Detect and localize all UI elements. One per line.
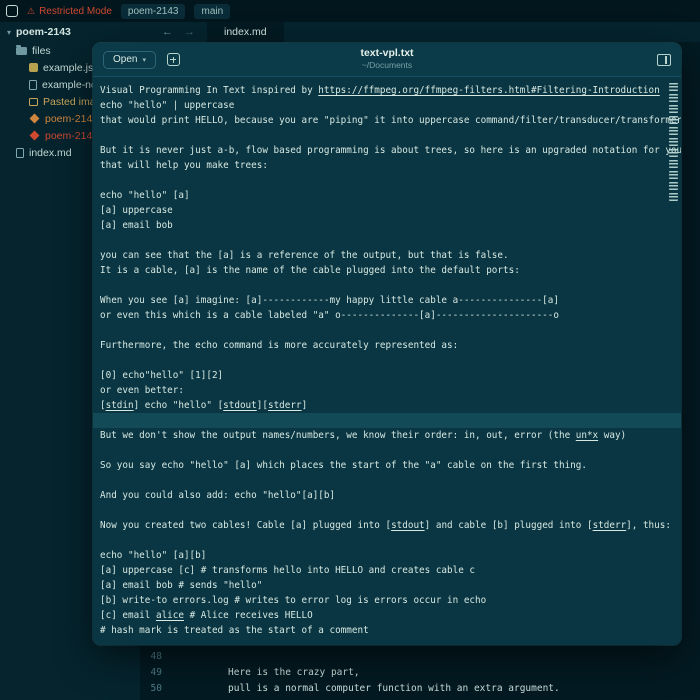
file-path: ~/Documents (361, 60, 413, 70)
overlay-scrollbar[interactable] (669, 83, 678, 201)
scrollbar-mark (669, 182, 678, 190)
sidebar-item-label: index.md (29, 146, 72, 159)
scrollbar-mark (669, 160, 678, 168)
text-line: echo "hello" | uppercase (100, 100, 235, 111)
tab-index-md[interactable]: index.md (207, 22, 284, 42)
restricted-mode-label: Restricted Mode (39, 5, 112, 17)
text-line: that would print HELLO, because you are … (100, 115, 681, 126)
text-line: or even better: (100, 385, 184, 396)
chevron-down-icon: ▾ (142, 56, 146, 64)
open-in-panel-icon[interactable] (657, 53, 671, 66)
text-line: It is a cable, [a] is the name of the ca… (100, 265, 520, 276)
tab-bar: ▾ poem-2143 ← → index.md (0, 22, 700, 42)
overlay-title-block: text-vpl.txt ~/Documents (360, 47, 413, 70)
text-line: that will help you make trees: (100, 160, 268, 171)
image-icon (29, 97, 38, 106)
warning-icon: ⚠ (27, 5, 36, 16)
text-line: [stdin] echo "hello" [stdout][stderr] (100, 400, 308, 411)
text-line (100, 323, 681, 338)
text-line: # hash mark is treated as the start of a… (100, 625, 369, 636)
line-number: 49 (150, 666, 162, 678)
text-line: [0] echo"hello" [1][2] (100, 370, 224, 381)
sidebar-item-label: example-nor (42, 78, 101, 91)
sidebar-item-label: files (32, 44, 51, 57)
text-line: [b] write-to errors.log # writes to erro… (100, 595, 487, 606)
branch-chip[interactable]: main (194, 3, 231, 19)
scrollbar-mark (669, 94, 678, 102)
text-line: [a] uppercase (100, 205, 173, 216)
back-icon[interactable]: ← (162, 26, 173, 38)
project-root-header[interactable]: ▾ poem-2143 (0, 22, 140, 42)
line-text: pull is a normal computer function with … (228, 682, 560, 694)
scrollbar-mark (669, 105, 678, 113)
folder-icon (16, 45, 27, 55)
overlay-content[interactable]: Visual Programming In Text inspired by h… (93, 77, 681, 645)
file-icon (16, 147, 24, 158)
sidebar-item-label: example.js (43, 61, 94, 74)
line-number: 50 (150, 682, 162, 694)
line-text: Here is the crazy part, (228, 666, 360, 678)
text-line (100, 533, 681, 548)
scrollbar-mark (669, 193, 678, 201)
diamond-icon (29, 130, 40, 141)
scrollbar-mark (669, 116, 678, 124)
text-line: Visual Programming In Text inspired by h… (100, 85, 660, 96)
scrollbar-mark (669, 127, 678, 135)
editor-line: 50 pull is a normal computer function wit… (140, 680, 700, 696)
new-file-icon[interactable] (166, 53, 180, 66)
js-icon (29, 63, 38, 72)
line-number: 48 (150, 650, 162, 662)
scrollbar-mark (669, 138, 678, 146)
text-line: or even this which is a cable labeled "a… (100, 310, 559, 321)
editor-line: 49 Here is the crazy part, (140, 664, 700, 680)
project-root-label: poem-2143 (16, 26, 71, 38)
text-line: When you see [a] imagine: [a]-----------… (100, 295, 559, 306)
text-line: So you say echo "hello" [a] which places… (100, 460, 587, 471)
text-line (100, 128, 681, 143)
text-line (100, 503, 681, 518)
text-line: [a] email bob (100, 220, 173, 231)
text-line (93, 413, 681, 428)
scrollbar-mark (669, 83, 678, 91)
file-title: text-vpl.txt (360, 47, 414, 59)
text-line: you can see that the [a] is a reference … (100, 250, 509, 261)
text-line: But it is never just a-b, flow based pro… (100, 145, 681, 156)
app-logo-icon[interactable] (6, 5, 18, 17)
text-line: echo "hello" [a][b] (100, 550, 207, 561)
text-line (100, 473, 681, 488)
text-line (100, 278, 681, 293)
text-line: Now you created two cables! Cable [a] pl… (100, 520, 671, 531)
forward-icon[interactable]: → (184, 26, 195, 38)
text-line: Furthermore, the echo command is more ac… (100, 340, 459, 351)
text-line (100, 233, 681, 248)
editor-line: 48 (140, 648, 700, 664)
text-line: And you could also add: echo "hello"[a][… (100, 490, 336, 501)
scrollbar-mark (669, 171, 678, 179)
text-line: [a] uppercase [c] # transforms hello int… (100, 565, 476, 576)
overlay-header: Open ▾ text-vpl.txt ~/Documents (93, 43, 681, 77)
open-button[interactable]: Open ▾ (103, 50, 156, 69)
text-line (100, 173, 681, 188)
tab-label: index.md (224, 26, 267, 38)
text-line (100, 353, 681, 368)
scrollbar-mark (669, 149, 678, 157)
diamond-icon (29, 113, 40, 124)
text-line: But we don't show the output names/numbe… (100, 430, 627, 441)
restricted-mode-badge[interactable]: ⚠ Restricted Mode (27, 6, 112, 17)
project-name-chip[interactable]: poem-2143 (120, 3, 186, 19)
file-icon (29, 79, 37, 90)
file-preview-overlay: Open ▾ text-vpl.txt ~/Documents Visual P… (93, 43, 681, 645)
titlebar: ⚠ Restricted Mode poem-2143 main (0, 0, 700, 22)
open-button-label: Open (113, 54, 138, 65)
text-line: [c] email alice # Alice receives HELLO (100, 610, 313, 621)
text-line: echo "hello" [a] (100, 190, 190, 201)
nav-history: ← → (140, 22, 207, 42)
text-line: [a] email bob # sends "hello" (100, 580, 263, 591)
chevron-down-icon: ▾ (7, 27, 12, 37)
text-line (100, 443, 681, 458)
